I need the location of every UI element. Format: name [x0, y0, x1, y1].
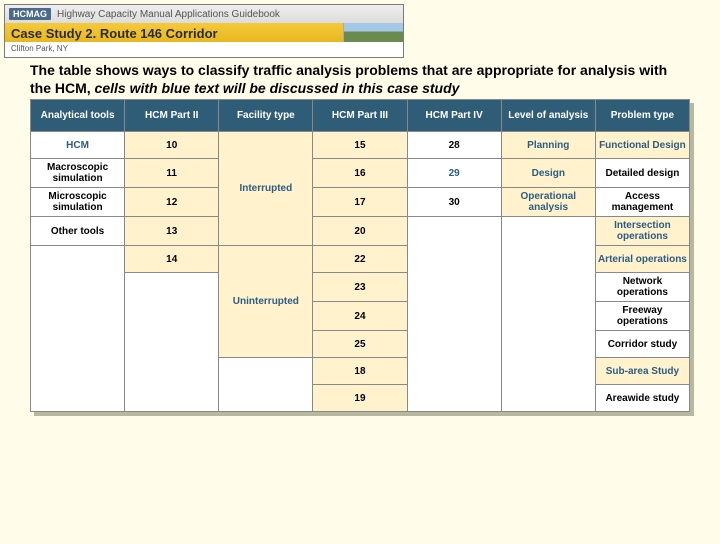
h-hcm-part-ii: HCM Part II	[125, 100, 219, 132]
cell-level-empty	[501, 217, 595, 412]
h-analytical-tools: Analytical tools	[31, 100, 125, 132]
cell-p3-15: 15	[313, 132, 407, 159]
cell-p3-19: 19	[313, 385, 407, 412]
cell-other-tools: Other tools	[31, 217, 125, 246]
cell-p2-14: 14	[125, 246, 219, 273]
cell-p2-12: 12	[125, 188, 219, 217]
cell-p3-25: 25	[313, 331, 407, 358]
cell-p2-10: 10	[125, 132, 219, 159]
cell-arterial-operations: Arterial operations	[595, 246, 689, 273]
header-row: Analytical tools HCM Part II Facility ty…	[31, 100, 690, 132]
cell-p3-24: 24	[313, 302, 407, 331]
cell-p3-22: 22	[313, 246, 407, 273]
cell-subarea-study: Sub-area Study	[595, 358, 689, 385]
cell-hcm: HCM	[31, 132, 125, 159]
cell-planning: Planning	[501, 132, 595, 159]
h-hcm-part-iv: HCM Part IV	[407, 100, 501, 132]
cell-p3-23: 23	[313, 273, 407, 302]
table-row: Macroscopic simulation 11 16 29 Design D…	[31, 159, 690, 188]
cell-functional-design: Functional Design	[595, 132, 689, 159]
cell-p3-16: 16	[313, 159, 407, 188]
cell-p3-18: 18	[313, 358, 407, 385]
cell-p4-29: 29	[407, 159, 501, 188]
cell-p2-13: 13	[125, 217, 219, 246]
cell-detailed-design: Detailed design	[595, 159, 689, 188]
cell-p3-17: 17	[313, 188, 407, 217]
banner-title: Case Study 2. Route 146 Corridor	[5, 23, 343, 42]
cell-areawide-study: Areawide study	[595, 385, 689, 412]
h-hcm-part-iii: HCM Part III	[313, 100, 407, 132]
cell-intersection-operations: Intersection operations	[595, 217, 689, 246]
table-row: Microscopic simulation 12 17 30 Operatio…	[31, 188, 690, 217]
cell-network-operations: Network operations	[595, 273, 689, 302]
cell-design: Design	[501, 159, 595, 188]
banner-top-strip: HCMAG Highway Capacity Manual Applicatio…	[5, 5, 403, 23]
cell-corridor-study: Corridor study	[595, 331, 689, 358]
table-row: Other tools 13 20 Intersection operation…	[31, 217, 690, 246]
cell-p4-empty	[407, 217, 501, 412]
caption-italic: cells with blue text will be discussed i…	[91, 80, 460, 96]
cell-macroscopic: Macroscopic simulation	[31, 159, 125, 188]
table-wrapper: Analytical tools HCM Part II Facility ty…	[30, 99, 690, 412]
cell-operational-analysis: Operational analysis	[501, 188, 595, 217]
cell-microscopic: Microscopic simulation	[31, 188, 125, 217]
banner-photo	[343, 23, 403, 42]
h-facility-type: Facility type	[219, 100, 313, 132]
banner-subtitle: Clifton Park, NY	[5, 42, 403, 57]
cell-p3-20: 20	[313, 217, 407, 246]
classification-table: Analytical tools HCM Part II Facility ty…	[30, 99, 690, 412]
cell-p4-28: 28	[407, 132, 501, 159]
cell-freeway-operations: Freeway operations	[595, 302, 689, 331]
cell-facility-empty	[219, 358, 313, 412]
cell-p2-11: 11	[125, 159, 219, 188]
cell-tools-empty	[31, 246, 125, 412]
h-problem-type: Problem type	[595, 100, 689, 132]
header-banner: HCMAG Highway Capacity Manual Applicatio…	[4, 4, 404, 58]
cell-p2-empty	[125, 273, 219, 412]
cell-p4-30: 30	[407, 188, 501, 217]
banner-mid: Case Study 2. Route 146 Corridor	[5, 23, 403, 42]
cell-access-management: Access management	[595, 188, 689, 217]
h-level-of-analysis: Level of analysis	[501, 100, 595, 132]
table-row: HCM 10 Interrupted 15 28 Planning Functi…	[31, 132, 690, 159]
cell-uninterrupted: Uninterrupted	[219, 246, 313, 358]
cell-interrupted: Interrupted	[219, 132, 313, 246]
banner-top-text: Highway Capacity Manual Applications Gui…	[57, 9, 280, 20]
caption-text: The table shows ways to classify traffic…	[30, 62, 690, 97]
hcmag-badge: HCMAG	[9, 8, 51, 20]
